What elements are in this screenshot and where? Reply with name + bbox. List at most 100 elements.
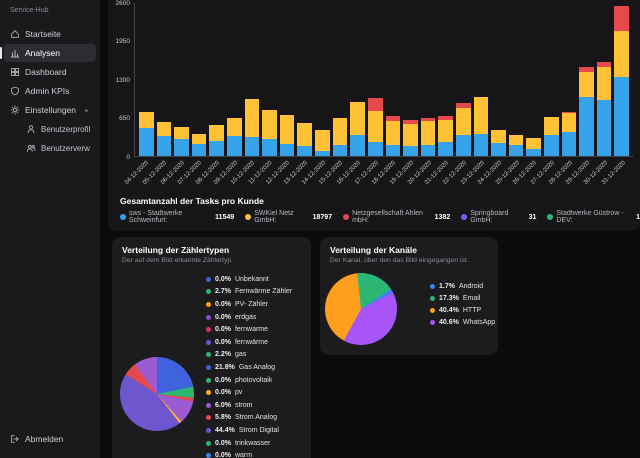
sidebar-item-label: Einstellungen <box>25 105 76 115</box>
pie-legend-label: Unbekannt <box>235 276 269 283</box>
bar[interactable] <box>526 3 541 156</box>
bar-segment <box>544 135 559 156</box>
pie-legend-pct: 0.0% <box>215 440 231 447</box>
legend-value: 1 <box>636 214 640 221</box>
bar-segment <box>209 141 224 156</box>
pie-legend-pct: 40.6% <box>439 319 459 326</box>
pie-legend-item[interactable]: 0.0%pv <box>206 386 292 399</box>
pie-legend-dot <box>206 453 211 458</box>
bar[interactable] <box>368 3 383 156</box>
pie-legend-dot <box>206 302 211 307</box>
pie-legend-dot <box>206 365 211 370</box>
bar-segment <box>262 110 277 139</box>
pie-legend-item[interactable]: 0.0%fernwarme <box>206 323 292 336</box>
pie-legend-dot <box>430 308 435 313</box>
bar[interactable] <box>192 3 207 156</box>
bar[interactable] <box>174 3 189 156</box>
bar[interactable] <box>421 3 436 156</box>
sidebar-item-dashboard[interactable]: Dashboard <box>4 63 96 81</box>
pie-legend-item[interactable]: 44.4%Strom Digital <box>206 424 292 437</box>
pie-legend-item[interactable]: 0.0%warm <box>206 449 292 458</box>
pie-legend-label: Fernwärme Zähler <box>235 288 292 295</box>
sidebar-item-analysen[interactable]: Analysen <box>4 44 96 62</box>
pie-legend-item[interactable]: 21.8%Gas Analog <box>206 361 292 374</box>
legend-item[interactable]: SWKiel Netz GmbH:18797 <box>245 210 332 224</box>
legend-item[interactable]: Netzgesellschaft Ahlen mbH:1382 <box>343 210 450 224</box>
bar[interactable] <box>333 3 348 156</box>
legend-item[interactable]: Stadtwerke Güstrow - DEV:1 <box>547 210 640 224</box>
bar[interactable] <box>438 3 453 156</box>
pie-legend-pct: 0.0% <box>215 339 231 346</box>
bar[interactable] <box>350 3 365 156</box>
bar-segment <box>456 108 471 134</box>
pie-legend-item[interactable]: 40.6%WhatsApp <box>430 316 495 328</box>
pie-legend-item[interactable]: 0.0%Unbekannt <box>206 273 292 286</box>
bar[interactable] <box>614 3 629 156</box>
pie-legend-item[interactable]: 2.7% Fernwärme Zähler <box>206 286 292 299</box>
pie-legend-label: strom <box>235 402 253 409</box>
pie-legend-item[interactable]: 6.0%strom <box>206 399 292 412</box>
bar[interactable] <box>315 3 330 156</box>
legend-value: 11549 <box>215 214 234 221</box>
zaehlertypen-pie[interactable] <box>120 357 194 431</box>
legend-item[interactable]: sws - Stadtwerke Schweinfurt:11549 <box>120 210 234 224</box>
sidebar-item-startseite[interactable]: Startseite <box>4 25 96 43</box>
bar-segment <box>192 144 207 156</box>
pie-legend-item[interactable]: 0.0%trinkwasser <box>206 437 292 450</box>
pie-legend-item[interactable]: 0.0%PV- Zähler <box>206 298 292 311</box>
pie-legend-dot <box>206 403 211 408</box>
logout-label: Abmelden <box>25 434 63 444</box>
pie-legend-item[interactable]: 0.0%erdgas <box>206 311 292 324</box>
pie-legend-item[interactable]: 0.0%photovoltaik <box>206 374 292 387</box>
bar[interactable] <box>562 3 577 156</box>
legend-dot <box>245 214 251 220</box>
sidebar-item-admin-kpis[interactable]: Admin KPIs <box>4 82 96 100</box>
bar[interactable] <box>245 3 260 156</box>
sidebar-item-einstellungen[interactable]: Einstellungen <box>4 101 96 119</box>
bar[interactable] <box>209 3 224 156</box>
pie-legend-item[interactable]: 1.7%Android <box>430 280 495 292</box>
tasks-chart-panel: 0650130019502600 04-12-202005-12-202006-… <box>108 0 640 231</box>
pie-legend-item[interactable]: 0.0%fernwärme <box>206 336 292 349</box>
bar[interactable] <box>579 3 594 156</box>
bar-segment <box>174 127 189 139</box>
bar[interactable] <box>297 3 312 156</box>
bar-segment <box>333 118 348 145</box>
bar[interactable] <box>491 3 506 156</box>
bar[interactable] <box>509 3 524 156</box>
sidebar-item-label: Admin KPIs <box>25 86 69 96</box>
pie-legend-dot <box>206 327 211 332</box>
bar[interactable] <box>403 3 418 156</box>
bar[interactable] <box>139 3 154 156</box>
pie-legend-pct: 0.0% <box>215 452 231 458</box>
bar-segment <box>438 120 453 142</box>
bar[interactable] <box>262 3 277 156</box>
chevron-down-icon <box>83 107 90 114</box>
logout-button[interactable]: Abmelden <box>0 430 100 448</box>
pie-legend-item[interactable]: 5.8%Strom Analog <box>206 412 292 425</box>
bar[interactable] <box>280 3 295 156</box>
pie-legend-item[interactable]: 2.2%gas <box>206 349 292 362</box>
bar[interactable] <box>474 3 489 156</box>
bar-segment <box>368 98 383 111</box>
bar[interactable] <box>157 3 172 156</box>
pie-legend-dot <box>206 340 211 345</box>
sidebar-item-benutzerprofil[interactable]: Benutzerprofil <box>20 120 96 138</box>
bar[interactable] <box>544 3 559 156</box>
bar-segment <box>456 135 471 156</box>
sidebar-item-label: Benutzerverwaltu… <box>41 144 90 153</box>
bar[interactable] <box>386 3 401 156</box>
pie-legend-label: PV- Zähler <box>235 301 268 308</box>
pie-legend-dot <box>206 352 211 357</box>
pie-legend-label: HTTP <box>463 307 481 314</box>
pie-legend-pct: 2.7% <box>215 288 231 295</box>
bar[interactable] <box>597 3 612 156</box>
bar[interactable] <box>227 3 242 156</box>
pie-legend-item[interactable]: 40.4%HTTP <box>430 304 495 316</box>
legend-item[interactable]: Springboard GmbH:31 <box>461 210 536 224</box>
sidebar-item-benutzerverwaltung[interactable]: Benutzerverwaltu… <box>20 139 96 157</box>
kanaele-pie[interactable] <box>325 273 397 345</box>
bar[interactable] <box>456 3 471 156</box>
pie-legend-item[interactable]: 17.3%Email <box>430 292 495 304</box>
bar-segment <box>157 136 172 156</box>
